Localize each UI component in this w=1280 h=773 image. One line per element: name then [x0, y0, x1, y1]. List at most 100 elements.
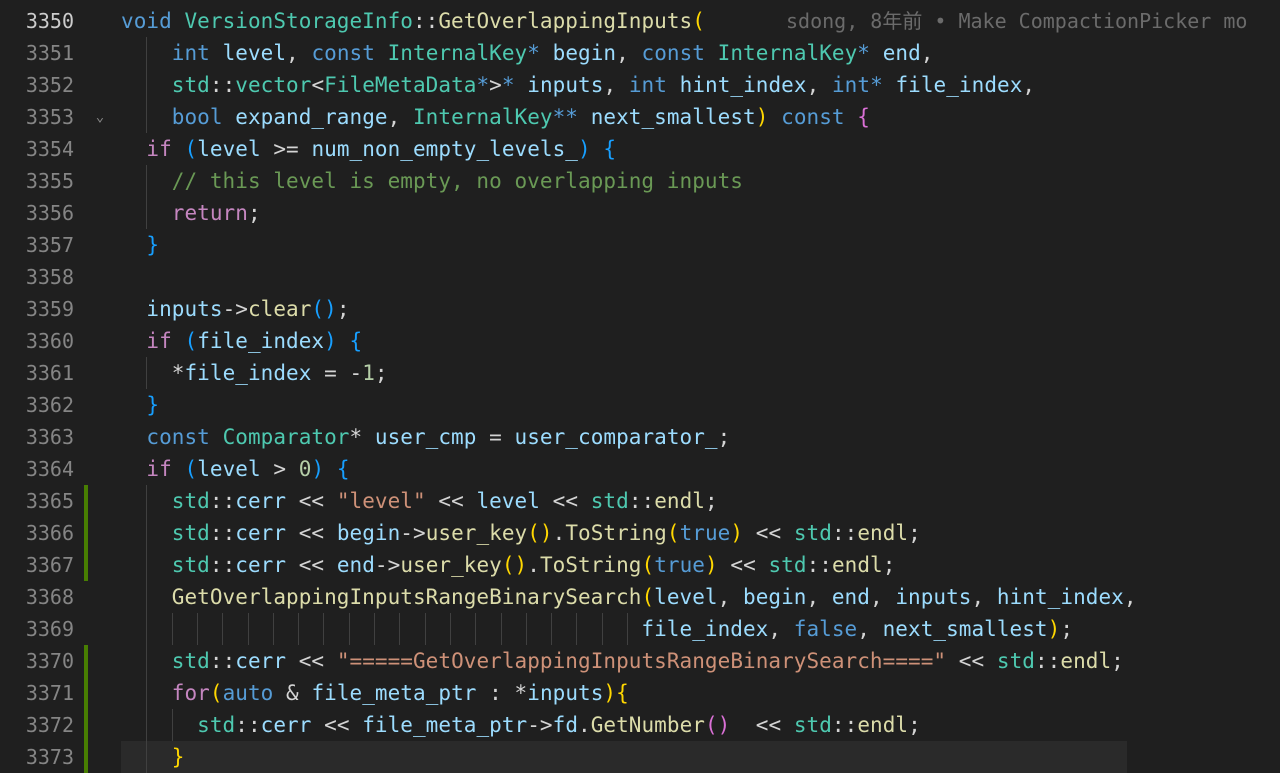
code-text[interactable]: void VersionStorageInfo::GetOverlappingI… [121, 5, 705, 37]
code-text[interactable]: GetOverlappingInputsRangeBinarySearch(le… [121, 581, 1137, 613]
code-text[interactable]: *file_index = -1; [121, 357, 388, 389]
git-added-marker[interactable] [84, 709, 88, 741]
code-line[interactable]: 3363 const Comparator* user_cmp = user_c… [0, 421, 1280, 453]
git-added-marker[interactable] [84, 677, 88, 709]
code-line[interactable]: 3365 std::cerr << "level" << level << st… [0, 485, 1280, 517]
code-text[interactable]: std::cerr << file_meta_ptr->fd.GetNumber… [121, 709, 921, 741]
code-token: file_index [895, 73, 1023, 97]
code-token: ) [730, 521, 744, 545]
code-token: inputs [895, 585, 972, 609]
code-token: > [489, 73, 502, 97]
code-line[interactable]: 3373 } [0, 741, 1280, 773]
code-token: :: [235, 713, 261, 737]
git-added-marker[interactable] [84, 741, 88, 773]
code-token: , [1123, 585, 1137, 609]
code-text[interactable]: if (level > 0) { [121, 453, 350, 485]
code-token: if [146, 457, 172, 481]
code-token: inputs [146, 297, 223, 321]
code-text[interactable]: } [121, 389, 159, 421]
code-token: , [616, 41, 642, 65]
code-line[interactable]: 3356 return; [0, 197, 1280, 229]
code-text[interactable]: // this level is empty, no overlapping i… [121, 165, 743, 197]
code-line[interactable]: 3362 } [0, 389, 1280, 421]
code-token: bool [171, 105, 223, 129]
code-token: void [121, 9, 172, 33]
code-token: GetOverlappingInputsRangeBinarySearch [171, 585, 642, 609]
code-token: true [654, 553, 705, 577]
code-text[interactable]: for(auto & file_meta_ptr : *inputs){ [121, 677, 629, 709]
code-token: GetNumber [590, 713, 705, 737]
line-number: 3357 [25, 233, 74, 257]
code-token: ; [374, 361, 388, 385]
code-text[interactable]: if (level >= num_non_empty_levels_) { [121, 133, 616, 165]
code-token: :: [412, 9, 439, 33]
code-line[interactable]: 3358 [0, 261, 1280, 293]
code-text[interactable]: int level, const InternalKey* begin, con… [121, 37, 934, 69]
git-blame-annotation[interactable]: sdong, 8年前 • Make CompactionPicker mo [786, 5, 1247, 37]
code-line[interactable]: 3361 *file_index = -1; [0, 357, 1280, 389]
code-token: endl [654, 489, 705, 513]
code-line[interactable]: 3350 void VersionStorageInfo::GetOverlapp… [0, 5, 1280, 37]
code-token: :: [628, 489, 655, 513]
code-line[interactable]: 3372 std::cerr << file_meta_ptr->fd.GetN… [0, 709, 1280, 741]
code-text[interactable]: std::cerr << "=====GetOverlappingInputsR… [121, 645, 1124, 677]
code-token: const [146, 425, 210, 449]
code-token: ; [882, 553, 896, 577]
code-text[interactable]: inputs->clear(); [121, 293, 350, 325]
code-text[interactable]: std::cerr << "level" << level << std::en… [121, 485, 718, 517]
code-line[interactable]: 3364 if (level > 0) { [0, 453, 1280, 485]
code-token: << [311, 713, 363, 737]
code-text[interactable]: return; [121, 197, 261, 229]
code-text[interactable]: std::cerr << begin->user_key().ToString(… [121, 517, 921, 549]
code-line[interactable]: 3371 for(auto & file_meta_ptr : *inputs)… [0, 677, 1280, 709]
code-token: // this level is empty, no overlapping i… [171, 169, 743, 193]
code-line[interactable]: 3360 if (file_index) { [0, 325, 1280, 357]
code-text[interactable]: std::cerr << end->user_key().ToString(tr… [121, 549, 896, 581]
code-token: hint_index [679, 73, 807, 97]
code-line[interactable]: 3368 GetOverlappingInputsRangeBinarySear… [0, 581, 1280, 613]
code-token: false [793, 617, 858, 641]
fold-chevron-icon[interactable]: ⌄ [92, 101, 108, 133]
code-line[interactable]: 3352 std::vector<FileMetaData*>* inputs,… [0, 69, 1280, 101]
git-added-marker[interactable] [84, 517, 88, 549]
code-token: , [286, 41, 312, 65]
code-line[interactable]: 3359 inputs->clear(); [0, 293, 1280, 325]
code-line[interactable]: 3366 std::cerr << begin->user_key().ToSt… [0, 517, 1280, 549]
code-token: 1 [362, 361, 375, 385]
code-token: = - [311, 361, 363, 385]
code-text[interactable]: bool expand_range, InternalKey** next_sm… [121, 101, 870, 133]
code-editor[interactable]: 3350 void VersionStorageInfo::GetOverlapp… [0, 0, 1280, 773]
code-token: user_cmp [374, 425, 477, 449]
code-token: , [971, 585, 997, 609]
code-line[interactable]: 3354 if (level >= num_non_empty_levels_)… [0, 133, 1280, 165]
code-token: true [679, 521, 731, 545]
code-line[interactable]: 3357 } [0, 229, 1280, 261]
code-token: ; [717, 425, 731, 449]
code-token: num_non_empty_levels_ [311, 137, 578, 161]
git-added-marker[interactable] [84, 645, 88, 677]
code-text[interactable]: } [121, 229, 159, 261]
code-token: ; [247, 201, 261, 225]
code-text[interactable]: std::vector<FileMetaData*>* inputs, int … [121, 69, 1035, 101]
code-line[interactable]: 3355 // this level is empty, no overlapp… [0, 165, 1280, 197]
code-line[interactable]: 3353 ⌄ bool expand_range, InternalKey** n… [0, 101, 1280, 133]
code-line[interactable]: 3367 std::cerr << end->user_key().ToStri… [0, 549, 1280, 581]
code-text[interactable]: if (file_index) { [121, 325, 362, 357]
code-line[interactable]: 3351 int level, const InternalKey* begin… [0, 37, 1280, 69]
git-added-marker[interactable] [84, 549, 88, 581]
code-text[interactable]: file_index, false, next_smallest); [121, 613, 1073, 645]
code-line[interactable]: 3369 file_index, false, next_smallest); [0, 613, 1280, 645]
code-token: user_key [400, 553, 502, 577]
code-token: :: [209, 73, 236, 97]
code-text[interactable]: } [121, 741, 185, 773]
git-added-marker[interactable] [84, 485, 88, 517]
code-line[interactable]: 3370 std::cerr << "=====GetOverlappingIn… [0, 645, 1280, 677]
code-token: int [171, 41, 210, 65]
code-token: << [286, 521, 337, 545]
code-text[interactable]: const Comparator* user_cmp = user_compar… [121, 421, 730, 453]
